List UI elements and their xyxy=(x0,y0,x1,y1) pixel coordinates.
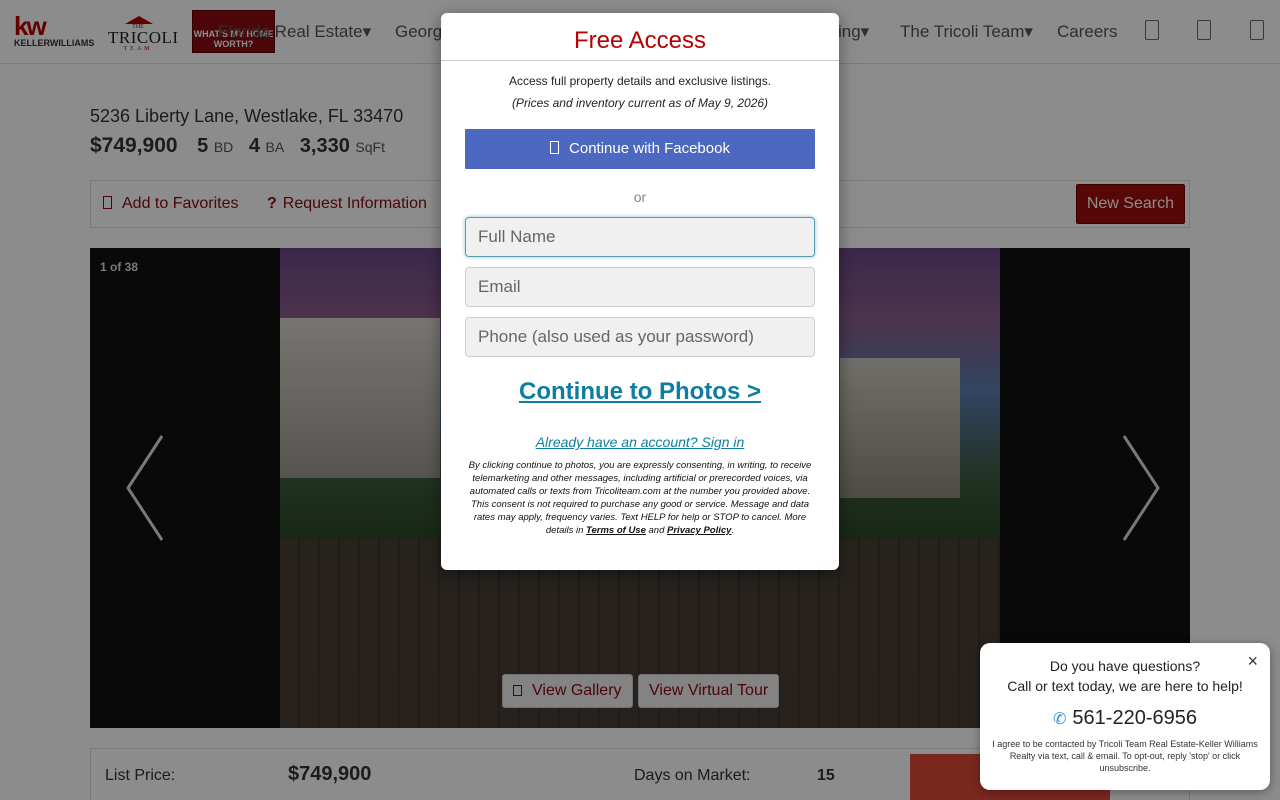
chat-phone-link[interactable]: ✆ 561-220-6956 xyxy=(980,707,1270,730)
modal-divider xyxy=(441,60,839,61)
consent-period: . xyxy=(731,525,735,536)
continue-to-photos-link[interactable]: Continue to Photos > xyxy=(441,378,839,406)
continue-with-facebook-button[interactable]: Continue with Facebook xyxy=(465,129,815,169)
modal-subtitle: Access full property details and exclusi… xyxy=(508,74,772,88)
privacy-policy-link[interactable]: Privacy Policy xyxy=(667,525,731,536)
inventory-date-note: (Prices and inventory current as of May … xyxy=(511,96,769,110)
facebook-icon xyxy=(550,141,560,154)
email-input[interactable] xyxy=(465,267,815,307)
chat-widget: × Do you have questions? Call or text to… xyxy=(980,643,1270,790)
or-separator: or xyxy=(633,189,647,205)
terms-of-use-link[interactable]: Terms of Use xyxy=(586,525,646,536)
phone-icon: ✆ xyxy=(1053,711,1067,728)
chat-help-text: Call or text today, we are here to help! xyxy=(1007,678,1243,694)
chat-phone-number: 561-220-6956 xyxy=(1072,707,1197,729)
phone-input[interactable] xyxy=(465,317,815,357)
chat-question: Do you have questions? xyxy=(1049,658,1201,674)
consent-disclaimer: By clicking continue to photos, you are … xyxy=(465,459,815,537)
facebook-button-label: Continue with Facebook xyxy=(569,140,730,157)
free-access-modal: Free Access Access full property details… xyxy=(441,13,839,570)
consent-and: and xyxy=(648,525,665,536)
sign-in-link[interactable]: Already have an account? Sign in xyxy=(441,434,839,450)
full-name-input[interactable] xyxy=(465,217,815,257)
modal-title: Free Access xyxy=(573,27,707,54)
chat-consent: I agree to be contacted by Tricoli Team … xyxy=(992,739,1258,773)
